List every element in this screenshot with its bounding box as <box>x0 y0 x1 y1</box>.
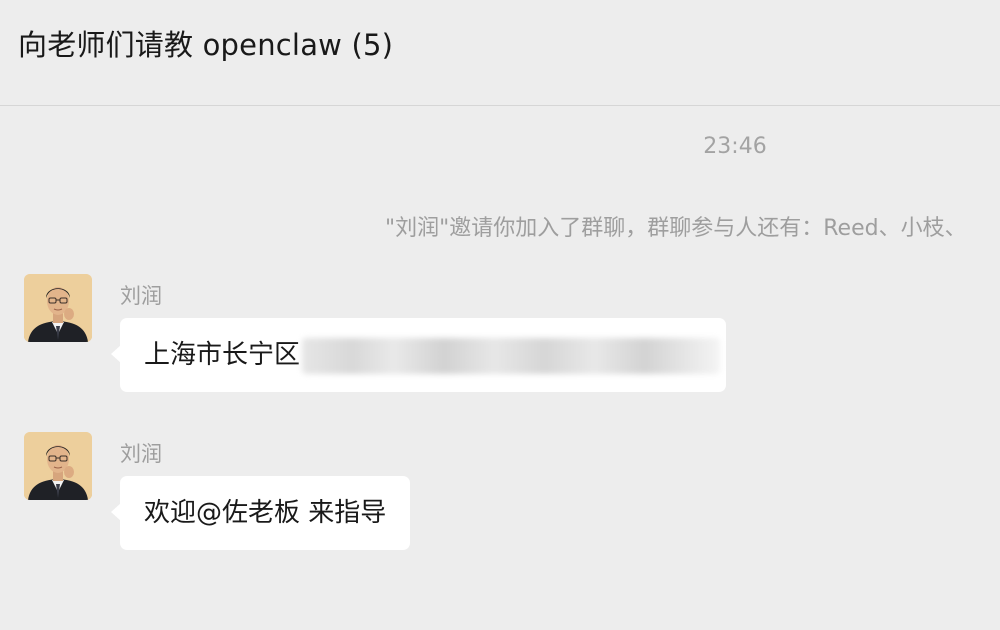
chat-window: 向老师们请教 openclaw (5) 23:46 "刘润"邀请你加入了群聊，群… <box>0 0 1000 630</box>
user-avatar-icon <box>24 274 92 342</box>
message-text: 欢迎@佐老板 来指导 <box>144 498 387 528</box>
redacted-text-blur <box>302 337 721 374</box>
message-bubble[interactable]: 欢迎@佐老板 来指导 <box>110 476 411 550</box>
sender-name: 刘润 <box>120 442 162 466</box>
avatar[interactable] <box>24 432 92 500</box>
chat-header: 向老师们请教 openclaw (5) <box>0 0 1000 106</box>
message-text: 上海市长宁区 <box>144 340 301 370</box>
message-bubble[interactable]: 上海市长宁区 <box>111 318 726 392</box>
avatar[interactable] <box>24 274 92 342</box>
user-avatar-icon <box>24 432 92 500</box>
chat-title[interactable]: 向老师们请教 openclaw (5) <box>18 22 393 64</box>
message-timestamp: 23:46 <box>703 134 767 159</box>
sender-name: 刘润 <box>120 284 162 308</box>
system-notice: "刘润"邀请你加入了群聊，群聊参与人还有：Reed、小枝、 <box>385 216 967 241</box>
